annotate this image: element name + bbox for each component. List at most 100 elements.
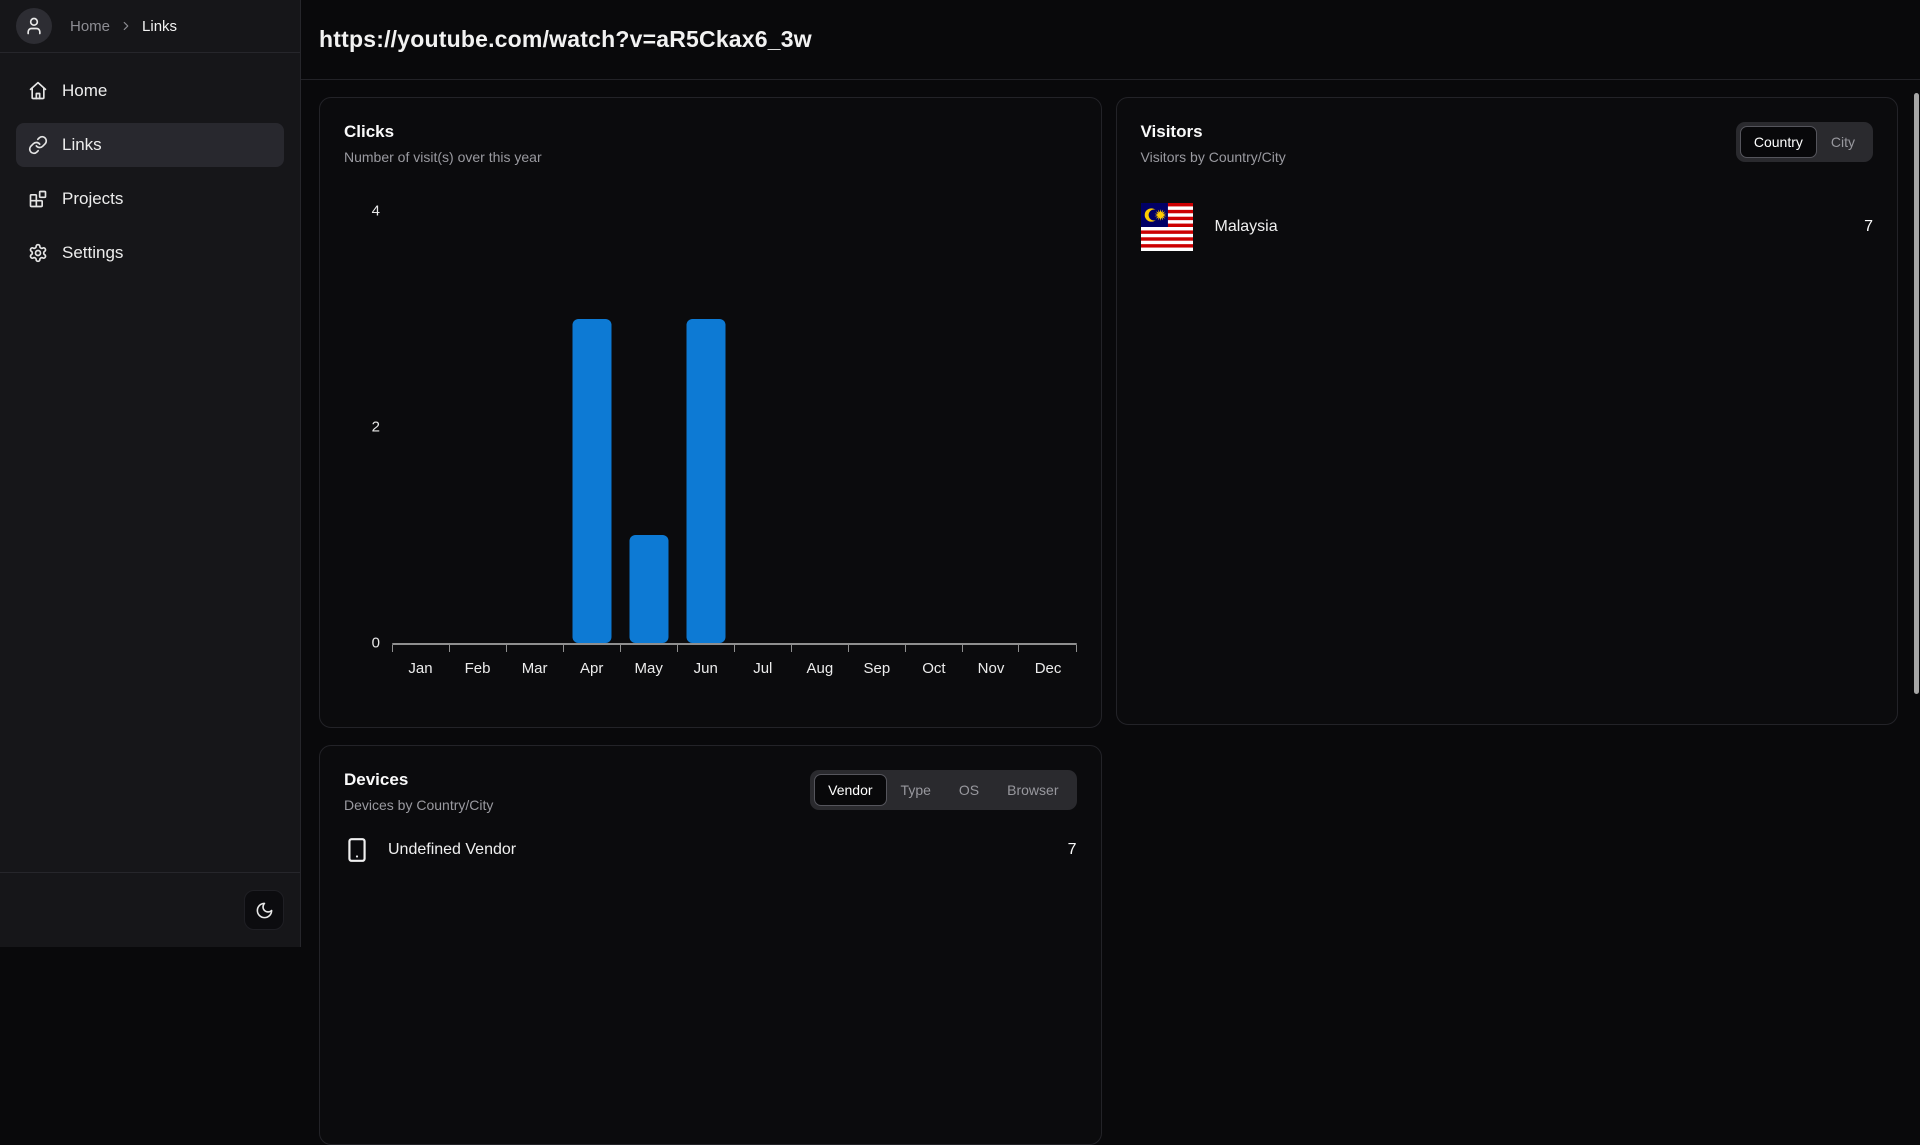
visitors-card: Visitors Visitors by Country/City Countr… — [1116, 97, 1899, 725]
tab-type[interactable]: Type — [887, 774, 945, 806]
bar-chart-bars — [392, 211, 1077, 643]
x-axis-label-apr: Apr — [563, 660, 620, 677]
bar-slot-jul — [734, 211, 791, 643]
x-axis-labels: JanFebMarAprMayJunJulAugSepOctNovDec — [392, 660, 1077, 677]
tab-country[interactable]: Country — [1740, 126, 1817, 158]
bar-may[interactable] — [629, 535, 668, 643]
x-axis-label-feb: Feb — [449, 660, 506, 677]
right-column: Visitors Visitors by Country/City Countr… — [1116, 97, 1899, 1145]
x-axis-tick — [1018, 645, 1075, 652]
sidebar-item-links[interactable]: Links — [16, 123, 284, 167]
visitor-row-label: Malaysia — [1215, 218, 1865, 236]
devices-card-header: Devices Devices by Country/City Vendor T… — [344, 770, 1077, 813]
bar-slot-aug — [791, 211, 848, 643]
visitors-subtitle: Visitors by Country/City — [1141, 149, 1286, 165]
bar-slot-oct — [905, 211, 962, 643]
user-icon — [24, 16, 44, 36]
y-tick-label: 2 — [372, 419, 380, 436]
devices-card: Devices Devices by Country/City Vendor T… — [319, 745, 1102, 1145]
x-axis-label-nov: Nov — [962, 660, 1019, 677]
sidebar-item-label: Home — [62, 81, 107, 101]
bar-slot-may — [620, 211, 677, 643]
device-row: Undefined Vendor 7 — [344, 837, 1077, 863]
tab-os[interactable]: OS — [945, 774, 993, 806]
tab-vendor[interactable]: Vendor — [814, 774, 886, 806]
breadcrumb: Home Links — [70, 18, 177, 35]
bar-slot-nov — [962, 211, 1019, 643]
page-title: https://youtube.com/watch?v=aR5Ckax6_3w — [319, 26, 812, 53]
content: Clicks Number of visit(s) over this year… — [301, 80, 1920, 1145]
x-axis-tick — [563, 645, 620, 652]
visitors-tab-group: Country City — [1736, 122, 1873, 162]
bar-chart-plot — [392, 211, 1077, 643]
clicks-bar-chart: 420 JanFebMarAprMayJunJulAugSepOctNovDec — [344, 211, 1077, 677]
sidebar-header: Home Links — [0, 0, 300, 53]
blocks-icon — [28, 189, 48, 209]
sidebar-item-label: Projects — [62, 189, 123, 209]
x-axis-label-jun: Jun — [677, 660, 734, 677]
x-axis-tick — [506, 645, 563, 652]
bar-slot-feb — [449, 211, 506, 643]
theme-toggle-button[interactable] — [244, 890, 284, 930]
visitor-row-count: 7 — [1864, 218, 1873, 236]
x-axis-tick — [620, 645, 677, 652]
main-area: https://youtube.com/watch?v=aR5Ckax6_3w … — [301, 0, 1920, 947]
sidebar-item-settings[interactable]: Settings — [16, 231, 284, 275]
tab-browser[interactable]: Browser — [993, 774, 1072, 806]
sidebar-item-projects[interactable]: Projects — [16, 177, 284, 221]
chevron-right-icon — [119, 19, 133, 33]
bar-slot-sep — [848, 211, 905, 643]
y-axis-labels: 420 — [344, 211, 392, 643]
devices-tab-group: Vendor Type OS Browser — [810, 770, 1076, 810]
x-axis-ticks — [392, 645, 1077, 652]
x-axis-tick — [905, 645, 962, 652]
sidebar-item-label: Links — [62, 135, 102, 155]
visitors-card-header: Visitors Visitors by Country/City Countr… — [1141, 122, 1874, 165]
visitors-title: Visitors — [1141, 122, 1286, 142]
clicks-title: Clicks — [344, 122, 542, 142]
clicks-subtitle: Number of visit(s) over this year — [344, 149, 542, 165]
x-axis-tick — [449, 645, 506, 652]
avatar[interactable] — [16, 8, 52, 44]
devices-title: Devices — [344, 770, 493, 790]
bar-slot-dec — [1020, 211, 1077, 643]
sidebar-spacer — [0, 291, 300, 872]
sidebar-item-home[interactable]: Home — [16, 69, 284, 113]
x-axis-label-dec: Dec — [1020, 660, 1077, 677]
x-axis-label-aug: Aug — [791, 660, 848, 677]
bar-slot-jan — [392, 211, 449, 643]
x-axis-label-oct: Oct — [905, 660, 962, 677]
link-icon — [28, 135, 48, 155]
x-axis-tick — [677, 645, 734, 652]
malaysia-flag — [1141, 203, 1193, 251]
bar-jun[interactable] — [686, 319, 725, 643]
sidebar-item-label: Settings — [62, 243, 123, 263]
bar-slot-apr — [563, 211, 620, 643]
x-axis-label-jul: Jul — [734, 660, 791, 677]
plot-wrap: JanFebMarAprMayJunJulAugSepOctNovDec — [392, 211, 1077, 677]
x-axis-tick — [392, 645, 449, 652]
moon-icon — [255, 901, 274, 920]
sidebar-footer — [0, 872, 300, 947]
x-axis-tick — [734, 645, 791, 652]
gear-icon — [28, 243, 48, 263]
bar-apr[interactable] — [572, 319, 611, 643]
clicks-card-header: Clicks Number of visit(s) over this year — [344, 122, 1077, 165]
scrollbar-thumb[interactable] — [1914, 93, 1919, 694]
x-axis-tick — [848, 645, 905, 652]
x-axis-label-mar: Mar — [506, 660, 563, 677]
x-axis-tick — [962, 645, 1019, 652]
x-axis-label-may: May — [620, 660, 677, 677]
device-row-count: 7 — [1068, 841, 1077, 859]
devices-subtitle: Devices by Country/City — [344, 797, 493, 813]
main-header: https://youtube.com/watch?v=aR5Ckax6_3w — [301, 0, 1920, 80]
tab-city[interactable]: City — [1817, 126, 1869, 158]
breadcrumb-home[interactable]: Home — [70, 18, 110, 35]
visitor-row: Malaysia 7 — [1141, 203, 1874, 251]
left-column: Clicks Number of visit(s) over this year… — [319, 97, 1102, 1145]
home-icon — [28, 81, 48, 101]
x-axis-label-jan: Jan — [392, 660, 449, 677]
clicks-card: Clicks Number of visit(s) over this year… — [319, 97, 1102, 728]
sidebar: Home Links Home Links Projects — [0, 0, 301, 947]
y-tick-label: 4 — [372, 203, 380, 220]
